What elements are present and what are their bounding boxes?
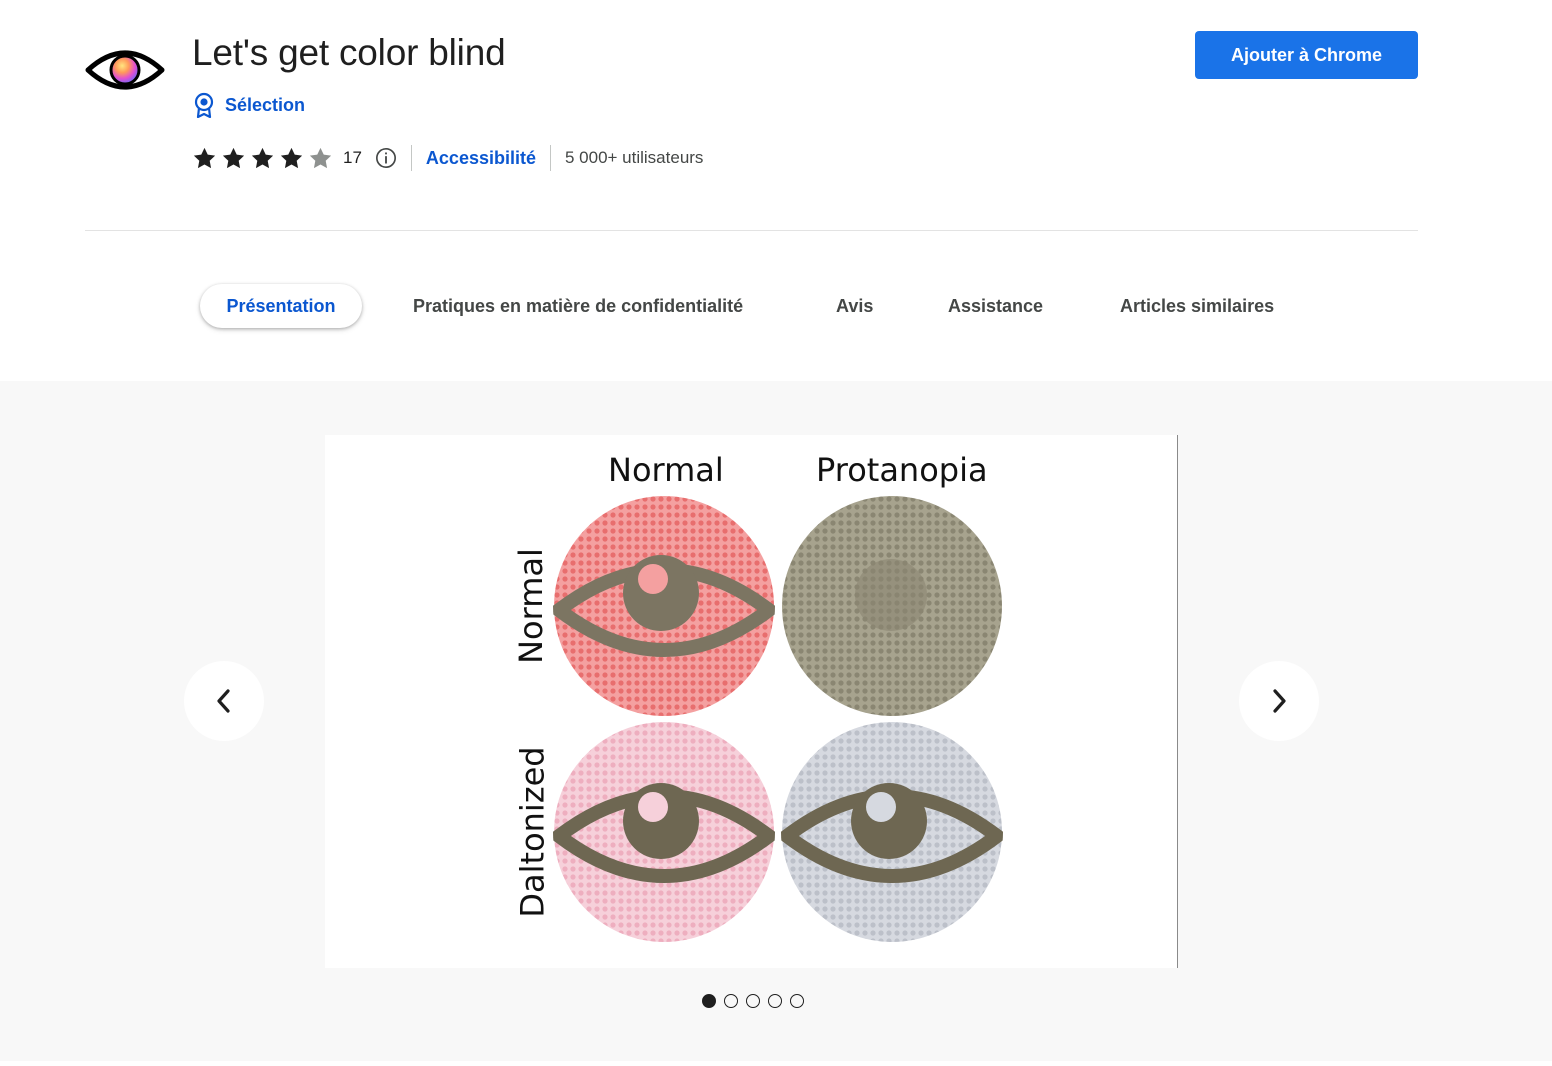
tab-support[interactable]: Assistance xyxy=(948,284,1043,328)
extension-meta: 17 Accessibilité 5 000+ utilisateurs xyxy=(192,143,703,173)
plate-normal-normal xyxy=(553,496,775,716)
meta-separator xyxy=(549,145,551,171)
eye-logo-icon xyxy=(85,50,165,90)
gallery-dot[interactable] xyxy=(702,994,716,1008)
plate-daltonized-protanopia xyxy=(781,722,1003,942)
rating-count: 17 xyxy=(343,148,362,167)
row-label-normal: Normal xyxy=(511,548,550,664)
gallery-next-button[interactable] xyxy=(1239,661,1319,741)
star-filled-icon xyxy=(193,147,216,168)
tab-overview[interactable]: Présentation xyxy=(200,284,362,328)
plate-daltonized-normal xyxy=(553,722,775,942)
featured-badge[interactable]: Sélection xyxy=(192,92,305,118)
extension-header: Let's get color blind Sélection 17 Acces… xyxy=(0,0,1552,232)
star-filled-icon xyxy=(251,147,274,168)
tab-reviews[interactable]: Avis xyxy=(836,284,873,328)
user-count: 5 000+ utilisateurs xyxy=(564,148,704,167)
info-icon[interactable] xyxy=(375,147,397,169)
award-ribbon-icon xyxy=(194,92,214,118)
meta-separator xyxy=(410,145,412,171)
add-to-chrome-button[interactable]: Ajouter à Chrome xyxy=(1195,31,1418,79)
gallery-dot[interactable] xyxy=(724,994,738,1008)
section-tabs: Présentation Pratiques en matière de con… xyxy=(0,284,1552,328)
star-empty-icon xyxy=(309,147,332,168)
chevron-right-icon xyxy=(1273,689,1286,713)
extension-title: Let's get color blind xyxy=(192,32,506,73)
rating-stars xyxy=(192,146,333,171)
header-divider xyxy=(85,230,1418,231)
gallery-dot[interactable] xyxy=(790,994,804,1008)
chevron-left-icon xyxy=(217,689,230,713)
star-filled-icon xyxy=(280,147,303,168)
row-label-daltonized: Daltonized xyxy=(513,746,552,918)
column-label-normal: Normal xyxy=(608,451,724,489)
gallery-dot[interactable] xyxy=(768,994,782,1008)
gallery-prev-button[interactable] xyxy=(184,661,264,741)
tab-related[interactable]: Articles similaires xyxy=(1120,284,1274,328)
tab-privacy[interactable]: Pratiques en matière de confidentialité xyxy=(413,284,743,328)
screenshot-gallery: Normal Protanopia Normal Daltonized xyxy=(0,381,1552,1061)
gallery-pagination xyxy=(702,994,804,1008)
star-filled-icon xyxy=(222,147,245,168)
category-link[interactable]: Accessibilité xyxy=(426,148,536,169)
gallery-dot[interactable] xyxy=(746,994,760,1008)
featured-badge-label: Sélection xyxy=(225,94,306,115)
column-label-protanopia: Protanopia xyxy=(816,451,988,489)
plate-normal-protanopia xyxy=(782,496,1002,716)
gallery-slide: Normal Protanopia Normal Daltonized xyxy=(325,435,1178,968)
